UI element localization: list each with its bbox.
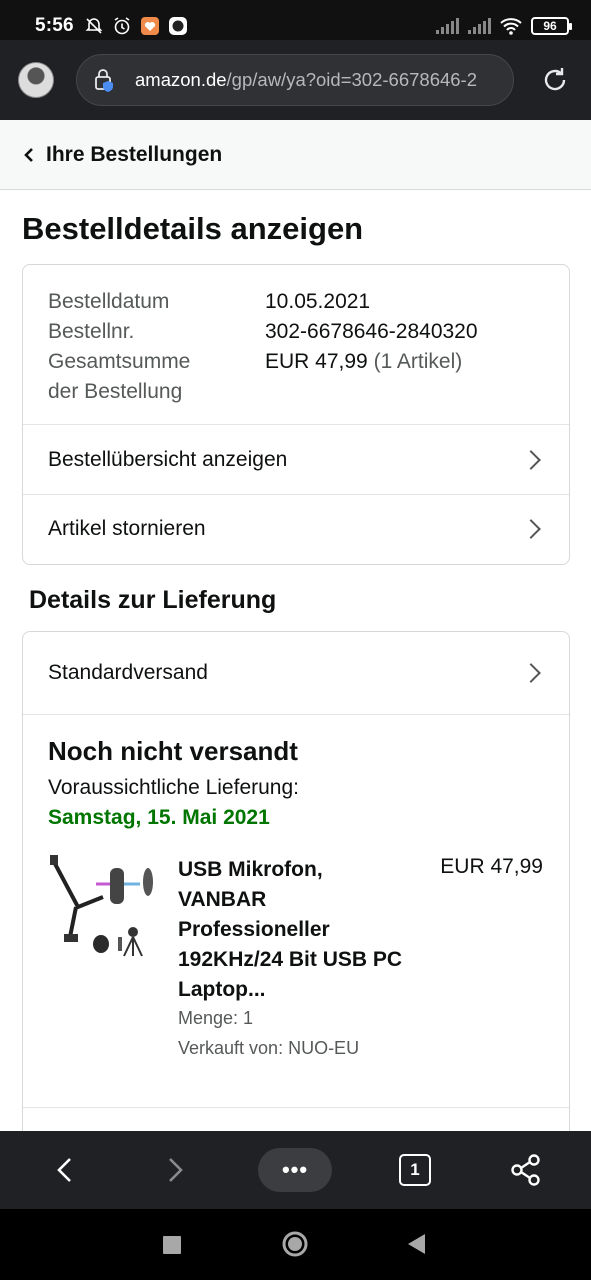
product-title[interactable]: USB Mikrofon, VANBAR Professioneller 192… — [178, 855, 403, 1005]
url-text[interactable]: amazon.de/gp/aw/ya?oid=302-6678646-2 — [135, 69, 477, 91]
avatar[interactable] — [18, 62, 54, 98]
status-left-icons — [84, 16, 188, 36]
shipping-method-label: Standardversand — [48, 661, 208, 684]
mute-bell-icon — [85, 18, 103, 34]
view-order-summary-label: Bestellübersicht anzeigen — [48, 447, 288, 471]
chevron-right-icon — [521, 663, 541, 683]
product-image[interactable] — [48, 852, 154, 962]
order-date-label: Bestelldatum — [48, 290, 170, 313]
chevron-right-icon — [521, 519, 541, 539]
more-icon: ••• — [281, 1157, 309, 1182]
signal-icon — [436, 18, 459, 34]
reload-icon[interactable] — [537, 62, 573, 98]
order-date-row: Bestelldatum 10.05.2021 — [48, 287, 544, 317]
tab-count: 1 — [410, 1160, 420, 1179]
chevron-right-icon — [521, 449, 541, 470]
shipment-status: Noch nicht versandt — [48, 736, 298, 766]
order-total-label-2: der Bestellung — [48, 380, 183, 403]
battery-level: 96 — [543, 19, 557, 33]
app-icon — [140, 17, 159, 35]
status-right-icons: 96 — [435, 16, 572, 36]
view-order-summary-link[interactable]: Bestellübersicht anzeigen — [23, 425, 569, 494]
delivery-card: Standardversand Noch nicht versandt Vora… — [22, 631, 570, 1151]
home-icon[interactable] — [281, 1230, 309, 1258]
forward-icon[interactable] — [158, 1153, 192, 1187]
more-menu-button[interactable]: ••• — [258, 1148, 332, 1192]
cancel-items-link[interactable]: Artikel stornieren — [23, 494, 569, 563]
status-time: 5:56 — [35, 15, 74, 36]
url-host: amazon.de — [135, 69, 227, 90]
lock-icon[interactable] — [91, 66, 119, 94]
wifi-icon — [500, 18, 522, 35]
product-price: EUR 47,99 — [440, 855, 543, 878]
order-info: Bestelldatum 10.05.2021 Bestellnr. 302-6… — [23, 265, 569, 425]
share-icon[interactable] — [508, 1151, 544, 1189]
page-title: Bestelldetails anzeigen — [22, 211, 364, 246]
order-date-value: 10.05.2021 — [265, 290, 371, 313]
eta-label: Voraussichtliche Lieferung: — [48, 776, 299, 799]
order-number-row: Bestellnr. 302-6678646-2840320 — [48, 317, 544, 347]
divider — [23, 1107, 569, 1108]
order-total-label-1: Gesamtsumme — [48, 350, 191, 373]
shipping-method-link[interactable]: Standardversand — [23, 632, 569, 715]
battery-icon: 96 — [531, 17, 572, 35]
order-total-amount: EUR 47,99 — [265, 350, 368, 373]
signal-icon-2 — [468, 18, 491, 34]
order-item-count: (1 Artikel) — [373, 350, 463, 373]
browser-bottom-bar: ••• 1 — [0, 1131, 591, 1209]
recents-icon[interactable] — [162, 1235, 182, 1255]
url-path: /gp/aw/ya?oid=302-6678646-2 — [226, 69, 478, 90]
order-summary-card: Bestelldatum 10.05.2021 Bestellnr. 302-6… — [22, 264, 570, 565]
order-number-value: 302-6678646-2840320 — [265, 320, 478, 343]
delivery-section-title: Details zur Lieferung — [29, 586, 277, 614]
system-nav-bar — [0, 1209, 591, 1280]
order-total-value: EUR 47,99 (1 Artikel) — [265, 347, 462, 407]
url-bar[interactable]: amazon.de/gp/aw/ya?oid=302-6678646-2 — [76, 54, 514, 106]
eta-date: Samstag, 15. Mai 2021 — [48, 806, 270, 829]
breadcrumb[interactable]: Ihre Bestellungen — [0, 120, 591, 190]
breadcrumb-label[interactable]: Ihre Bestellungen — [46, 143, 222, 167]
order-number-label: Bestellnr. — [48, 320, 135, 343]
order-total-row: Gesamtsumme der Bestellung EUR 47,99 (1 A… — [48, 347, 544, 407]
app-icon-2 — [168, 17, 187, 35]
system-back-icon[interactable] — [405, 1233, 427, 1255]
chevron-left-icon — [24, 147, 33, 162]
alarm-icon — [114, 17, 130, 35]
product-seller: Verkauft von: NUO-EU — [178, 1038, 360, 1058]
browser-toolbar: amazon.de/gp/aw/ya?oid=302-6678646-2 — [0, 40, 591, 120]
cancel-items-label: Artikel stornieren — [48, 517, 206, 540]
back-icon[interactable] — [48, 1153, 82, 1187]
product-quantity: Menge: 1 — [178, 1008, 254, 1028]
tabs-button[interactable]: 1 — [399, 1154, 431, 1186]
order-total-label: Gesamtsumme der Bestellung — [48, 347, 265, 407]
